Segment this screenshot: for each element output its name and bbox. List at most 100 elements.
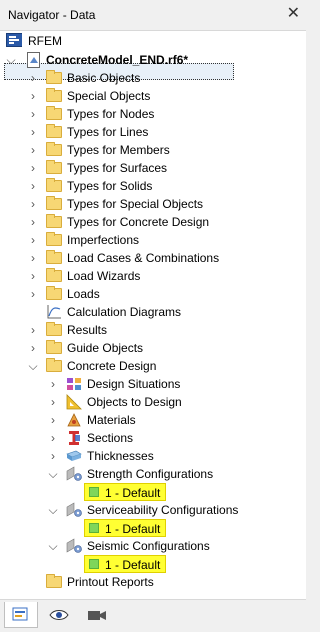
window-title: Navigator - Data [8, 8, 96, 22]
chevron-right-icon[interactable]: › [28, 159, 38, 177]
chevron-right-icon[interactable]: › [48, 411, 58, 429]
chevron-right-icon[interactable]: › [48, 447, 58, 465]
tree-item-label: Thicknesses [87, 449, 154, 463]
folder-icon [46, 250, 62, 264]
seismic-default-config[interactable]: 1 - Default [84, 555, 166, 573]
chevron-down-icon[interactable]: ⌵ [28, 357, 38, 375]
chevron-right-icon[interactable]: › [28, 339, 38, 357]
navigator-tree: RFEM ⌵ ConcreteModel_END.rf6* › Basic Ob… [0, 30, 306, 600]
chevron-right-icon[interactable]: › [48, 429, 58, 447]
tree-item[interactable]: › Types for Lines [0, 123, 300, 141]
folder-icon [46, 106, 62, 120]
tree-item-label: Calculation Diagrams [67, 305, 182, 319]
tree-item[interactable]: › Loads [0, 285, 300, 303]
tree-model[interactable]: ⌵ ConcreteModel_END.rf6* [0, 51, 300, 69]
tree-item[interactable]: › Types for Solids [0, 177, 300, 195]
chevron-right-icon[interactable]: › [28, 105, 38, 123]
chevron-right-icon[interactable]: › [28, 285, 38, 303]
tree-item-label: Guide Objects [67, 341, 144, 355]
folder-icon [46, 178, 62, 192]
tree-item-label: Imperfections [67, 233, 140, 247]
tree-item-label: Materials [87, 413, 136, 427]
chevron-right-icon[interactable]: › [28, 123, 38, 141]
serviceability-default-config[interactable]: 1 - Default [84, 519, 166, 537]
chevron-right-icon[interactable]: › [28, 87, 38, 105]
tree-item-label: Basic Objects [67, 71, 141, 85]
chevron-down-icon[interactable]: ⌵ [48, 465, 58, 483]
chevron-down-icon[interactable]: ⌵ [48, 501, 58, 519]
tree-item[interactable]: › Types for Nodes [0, 105, 300, 123]
tree-item-label: Results [67, 323, 108, 337]
chevron-right-icon[interactable]: › [28, 213, 38, 231]
folder-icon [46, 196, 62, 210]
tree-item-label: Types for Members [67, 143, 170, 157]
tree-item[interactable]: › Imperfections [0, 231, 300, 249]
tree-item[interactable]: › Types for Members [0, 141, 300, 159]
strength-default-config[interactable]: 1 - Default [84, 483, 166, 501]
section-icon [69, 431, 80, 445]
materials-icon [67, 413, 81, 427]
chevron-right-icon[interactable]: › [28, 177, 38, 195]
design-situations-item[interactable]: › Design Situations [0, 375, 300, 393]
thicknesses-item[interactable]: › Thicknesses [0, 447, 300, 465]
folder-icon [46, 232, 62, 246]
chevron-down-icon[interactable]: ⌵ [48, 537, 58, 555]
chevron-right-icon[interactable]: › [28, 249, 38, 267]
printout-reports-item[interactable]: Printout Reports [0, 573, 300, 591]
tree-item[interactable]: › Basic Objects [0, 69, 300, 87]
tree-item[interactable]: Calculation Diagrams [0, 303, 300, 321]
tree-item[interactable]: › Types for Concrete Design [0, 213, 300, 231]
objects-to-design-icon [66, 394, 82, 410]
strength-configurations-item[interactable]: ⌵ Strength Configurations [0, 465, 300, 483]
tree-item-label: Design Situations [87, 377, 181, 391]
configuration-icon [66, 466, 82, 481]
chevron-down-icon[interactable]: ⌵ [6, 51, 16, 69]
chevron-right-icon[interactable]: › [28, 195, 38, 213]
tree-item[interactable]: › Special Objects [0, 87, 300, 105]
navigator-tabs [0, 600, 306, 632]
tree-item[interactable]: › Guide Objects [0, 339, 300, 357]
root-label: RFEM [28, 34, 62, 48]
sections-item[interactable]: › Sections [0, 429, 300, 447]
configuration-icon [66, 502, 82, 517]
folder-icon [46, 340, 62, 354]
chevron-right-icon[interactable]: › [28, 141, 38, 159]
close-icon[interactable]: ✕ [287, 4, 300, 24]
tree-item-label: Loads [67, 287, 100, 301]
folder-icon [46, 160, 62, 174]
config-default-label: 1 - Default [105, 486, 161, 500]
config-color-swatch [89, 559, 99, 569]
tree-item-concrete-design[interactable]: ⌵ Concrete Design [0, 357, 300, 375]
tree-item-label: Types for Concrete Design [67, 215, 210, 229]
tree-item-label: Types for Lines [67, 125, 149, 139]
tree-root-rfem[interactable]: RFEM [0, 32, 240, 50]
objects-to-design-item[interactable]: › Objects to Design [0, 393, 300, 411]
folder-icon [46, 268, 62, 282]
tree-item[interactable]: › Load Cases & Combinations [0, 249, 300, 267]
diagram-icon [47, 305, 61, 319]
tree-item[interactable]: › Load Wizards [0, 267, 300, 285]
tree-item[interactable]: › Types for Surfaces [0, 159, 300, 177]
chevron-right-icon[interactable]: › [28, 231, 38, 249]
tree-item-label: Printout Reports [67, 575, 154, 589]
serviceability-configurations-item[interactable]: ⌵ Serviceability Configurations [0, 501, 300, 519]
chevron-right-icon[interactable]: › [48, 393, 58, 411]
config-default-label: 1 - Default [105, 558, 161, 572]
seismic-configurations-item[interactable]: ⌵ Seismic Configurations [0, 537, 300, 555]
tab-data[interactable] [4, 602, 38, 628]
config-color-swatch [89, 523, 99, 533]
chevron-right-icon[interactable]: › [28, 69, 38, 87]
tree-item-label: Concrete Design [67, 359, 157, 373]
chevron-right-icon[interactable]: › [28, 321, 38, 339]
chevron-right-icon[interactable]: › [28, 267, 38, 285]
chevron-right-icon[interactable]: › [48, 375, 58, 393]
folder-icon [46, 88, 62, 102]
folder-icon [46, 214, 62, 228]
folder-icon [46, 322, 62, 336]
tree-item[interactable]: › Types for Special Objects [0, 195, 300, 213]
tree-item[interactable]: › Results [0, 321, 300, 339]
tab-camera[interactable] [80, 602, 114, 628]
model-label: ConcreteModel_END.rf6* [46, 53, 189, 67]
materials-item[interactable]: › Materials [0, 411, 300, 429]
tab-view[interactable] [42, 602, 76, 628]
